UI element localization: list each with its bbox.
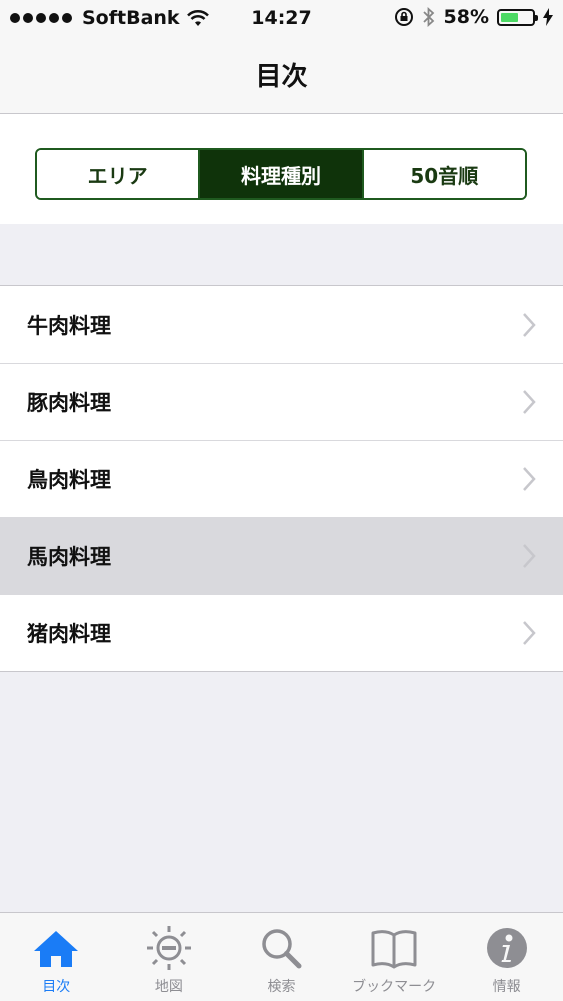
page-title: 目次	[255, 62, 308, 92]
list-item-label: 馬肉料理	[27, 544, 111, 569]
battery-icon	[497, 8, 538, 26]
segment-label: 料理種別	[240, 163, 321, 188]
status-right: 58%	[394, 6, 553, 28]
chevron-right-icon	[523, 313, 536, 337]
tab-label: 地図	[154, 979, 183, 995]
home-icon	[34, 931, 79, 967]
chevron-right-icon	[523, 544, 536, 568]
orientation-lock-icon	[394, 8, 413, 26]
list-item[interactable]: 豚肉料理	[0, 363, 563, 440]
tab-bar: 目次 地図 検索 ブックマーク 情報	[0, 912, 563, 1001]
tab-search[interactable]: 検索	[225, 913, 338, 1001]
segment-cuisine-type-tab[interactable]: 料理種別	[200, 150, 364, 198]
bookmark-book-icon	[371, 930, 417, 969]
chevron-right-icon	[523, 390, 536, 414]
navigation-bar: 目次	[0, 38, 563, 114]
segment-area: エリア 料理種別 50音順	[0, 114, 563, 224]
category-list: 牛肉料理 豚肉料理 鳥肉料理 馬肉料理 猪肉料理	[0, 285, 563, 672]
segment-label: エリア	[87, 163, 148, 188]
chevron-right-icon	[523, 467, 536, 491]
list-item-label: 鳥肉料理	[27, 467, 111, 492]
tab-map[interactable]: 地図	[113, 913, 226, 1001]
charging-icon	[543, 8, 553, 26]
tab-label: 情報	[492, 979, 521, 995]
tab-label: ブックマーク	[352, 979, 437, 995]
battery-level	[501, 12, 518, 22]
segment-area-tab[interactable]: エリア	[37, 150, 201, 198]
list-item[interactable]: 猪肉料理	[0, 594, 563, 671]
map-icon	[146, 926, 191, 970]
segment-gojuon-tab[interactable]: 50音順	[363, 150, 525, 198]
bluetooth-icon	[422, 7, 434, 27]
segmented-control: エリア 料理種別 50音順	[35, 148, 527, 200]
list-item-label: 猪肉料理	[27, 621, 111, 646]
info-icon	[486, 928, 527, 968]
tab-label: 目次	[42, 979, 71, 995]
chevron-right-icon	[523, 621, 536, 645]
list-item-label: 牛肉料理	[27, 313, 111, 338]
list-item[interactable]: 鳥肉料理	[0, 440, 563, 517]
tab-bookmark[interactable]: ブックマーク	[338, 913, 451, 1001]
list-item-highlighted[interactable]: 馬肉料理	[0, 517, 563, 594]
tab-label: 検索	[267, 979, 296, 995]
list-item[interactable]: 牛肉料理	[0, 286, 563, 363]
list-item-label: 豚肉料理	[27, 390, 111, 415]
tab-contents[interactable]: 目次	[0, 913, 113, 1001]
tab-info[interactable]: 情報	[450, 913, 563, 1001]
status-bar: SoftBank 14:27 58%	[0, 0, 563, 38]
segment-label: 50音順	[410, 163, 479, 188]
search-icon	[262, 929, 302, 969]
battery-percent: 58%	[443, 6, 489, 28]
